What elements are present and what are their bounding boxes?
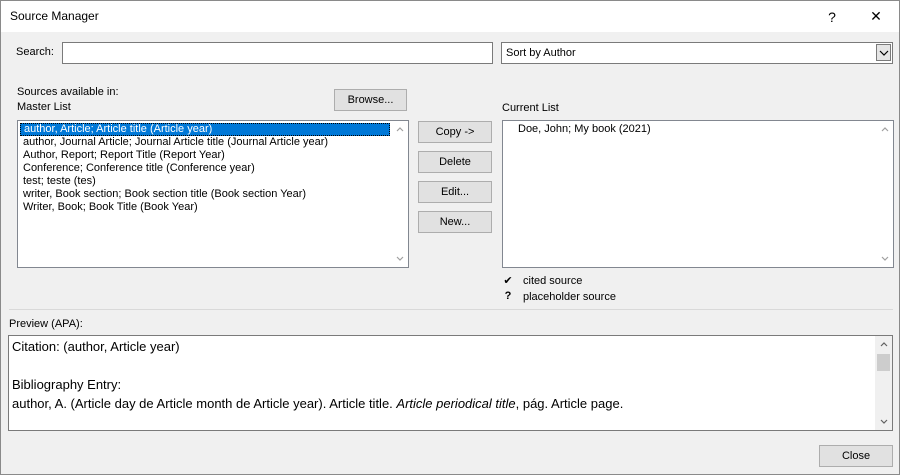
edit-button[interactable]: Edit... xyxy=(418,181,492,203)
scroll-up-icon[interactable] xyxy=(876,121,893,138)
preview-citation: Citation: (author, Article year) xyxy=(12,339,180,354)
current-list[interactable]: Doe, John; My book (2021) xyxy=(502,120,894,268)
delete-button-label: Delete xyxy=(439,156,471,168)
search-input[interactable] xyxy=(62,42,493,64)
window-title: Source Manager xyxy=(10,9,99,23)
scroll-up-icon[interactable] xyxy=(875,336,892,353)
master-list-item[interactable]: Writer, Book; Book Title (Book Year) xyxy=(20,201,198,214)
preview-label: Preview (APA): xyxy=(9,318,83,330)
sort-select-value: Sort by Author xyxy=(506,47,576,59)
scroll-thumb[interactable] xyxy=(877,354,890,371)
close-button-label: Close xyxy=(841,450,871,462)
master-list-item[interactable]: Conference; Conference title (Conference… xyxy=(20,162,255,175)
entry-periodical: Article periodical title xyxy=(396,396,516,411)
copy-button-label: Copy -> xyxy=(435,126,475,138)
scroll-down-icon[interactable] xyxy=(391,250,408,267)
current-list-label: Current List xyxy=(502,102,559,114)
scroll-up-icon[interactable] xyxy=(391,121,408,138)
entry-text: author, A. (Article day de Article month… xyxy=(12,396,397,411)
master-list-scrollbar[interactable] xyxy=(391,121,408,267)
close-button[interactable]: Close xyxy=(819,445,893,467)
delete-button[interactable]: Delete xyxy=(418,151,492,173)
master-list-item[interactable]: test; teste (tes) xyxy=(20,175,96,188)
entry-text-end: , pág. Article page. xyxy=(515,396,624,411)
source-manager-dialog: Source Manager ? ✕ Search: Sort by Autho… xyxy=(0,0,900,475)
master-list-item[interactable]: Author, Report; Report Title (Report Yea… xyxy=(20,149,225,162)
help-button[interactable]: ? xyxy=(809,1,855,32)
browse-button-label: Browse... xyxy=(347,94,394,106)
sources-available-label: Sources available in: xyxy=(17,86,119,98)
master-list-item[interactable]: author, Journal Article; Journal Article… xyxy=(20,136,328,149)
scroll-down-icon[interactable] xyxy=(875,413,892,430)
placeholder-source-label: placeholder source xyxy=(523,291,616,303)
master-list-item[interactable]: author, Article; Article title (Article … xyxy=(20,123,390,136)
divider xyxy=(9,309,893,310)
window-close-button[interactable]: ✕ xyxy=(853,1,899,32)
current-list-item[interactable]: Doe, John; My book (2021) xyxy=(515,123,651,136)
close-icon: ✕ xyxy=(870,8,882,24)
master-list-label: Master List xyxy=(17,101,71,113)
check-icon: ✔ xyxy=(503,275,513,287)
new-button[interactable]: New... xyxy=(418,211,492,233)
cited-source-label: cited source xyxy=(523,275,583,287)
search-label: Search: xyxy=(16,46,54,58)
scroll-down-icon[interactable] xyxy=(876,250,893,267)
current-list-scrollbar[interactable] xyxy=(876,121,893,267)
title-bar: Source Manager ? ✕ xyxy=(1,1,899,32)
preview-scrollbar[interactable] xyxy=(875,336,892,430)
chevron-down-icon[interactable] xyxy=(876,44,891,61)
preview-pane[interactable]: Citation: (author, Article year) Bibliog… xyxy=(8,335,893,431)
copy-button[interactable]: Copy -> xyxy=(418,121,492,143)
edit-button-label: Edit... xyxy=(440,186,470,198)
preview-bibliography-heading: Bibliography Entry: xyxy=(12,377,122,392)
browse-button[interactable]: Browse... xyxy=(334,89,407,111)
preview-bibliography-entry: author, A. (Article day de Article month… xyxy=(12,396,623,411)
new-button-label: New... xyxy=(439,216,471,228)
question-icon: ? xyxy=(504,290,512,302)
master-list[interactable]: author, Article; Article title (Article … xyxy=(17,120,409,268)
help-icon: ? xyxy=(828,8,836,25)
sort-select[interactable]: Sort by Author xyxy=(501,42,893,64)
master-list-item[interactable]: writer, Book section; Book section title… xyxy=(20,188,306,201)
